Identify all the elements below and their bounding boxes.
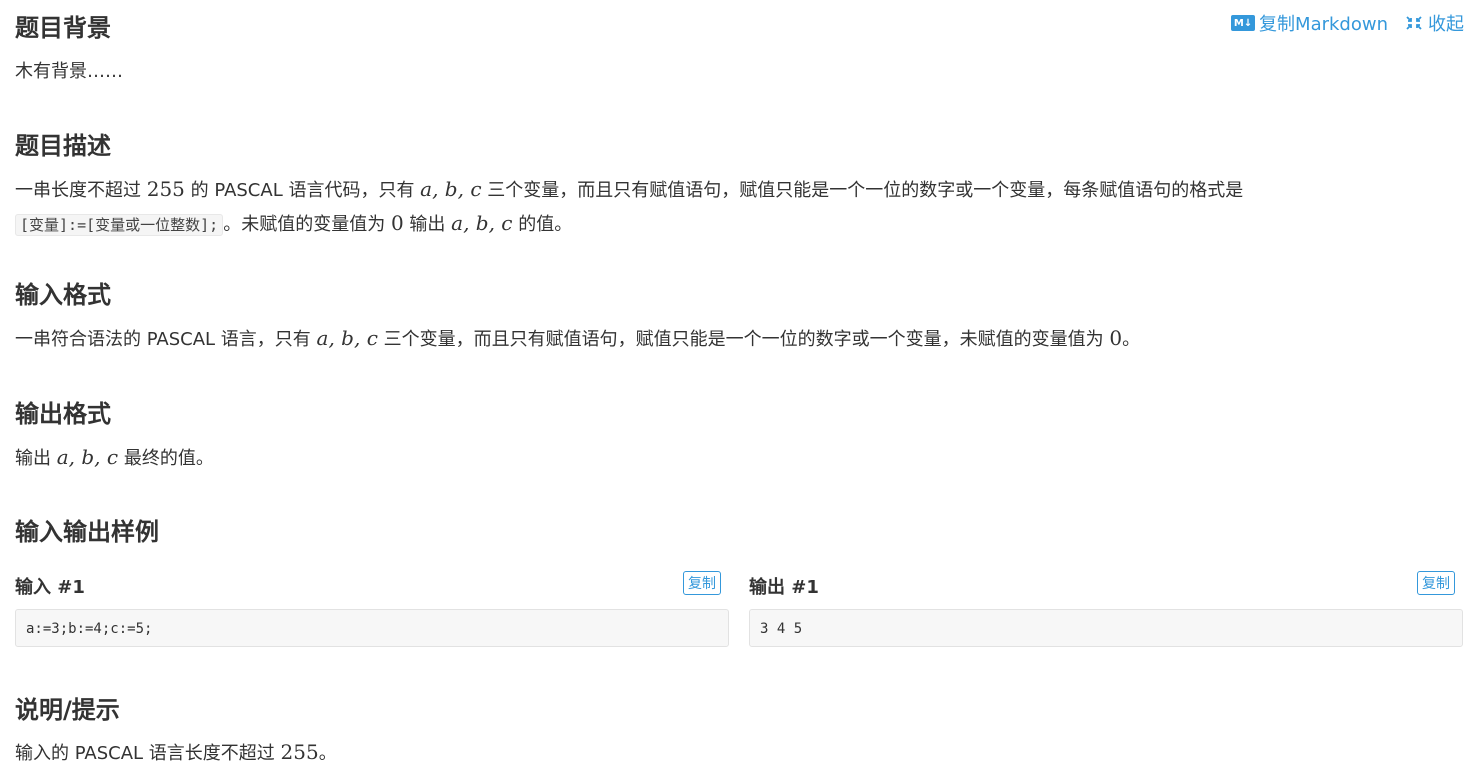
input-format-text-part: 。 xyxy=(1122,329,1141,350)
sample-input-label: 输入 #1 xyxy=(15,577,85,598)
description-text-part: 输出 xyxy=(403,214,452,235)
hint-title: 说明/提示 xyxy=(15,696,120,724)
description-text-part: 的 PASCAL 语言代码，只有 xyxy=(184,180,421,201)
sample-output-label: 输出 #1 xyxy=(749,577,819,598)
collapse-label: 收起 xyxy=(1428,14,1464,35)
output-format-text-part: 最终的值。 xyxy=(118,448,214,469)
hint-text-part: 输入的 PASCAL 语言长度不超过 xyxy=(15,743,281,764)
copy-markdown-button[interactable]: M↓ 复制Markdown xyxy=(1231,10,1388,36)
output-format-text: 输出 a, b, c 最终的值。 xyxy=(15,441,1455,475)
input-format-text-part: 三个变量，而且只有赋值语句，赋值只能是一个一位的数字或一个变量，未赋值的变量值为 xyxy=(377,329,1110,350)
math-number: 0 xyxy=(390,211,404,235)
description-text-part: 的值。 xyxy=(512,214,573,235)
description-text-part: 。未赋值的变量值为 xyxy=(223,214,391,235)
description-text-part: 一串长度不超过 xyxy=(15,180,147,201)
background-title: 题目背景 xyxy=(15,14,111,42)
math-number: 255 xyxy=(146,177,185,201)
math-variables: a, b, c xyxy=(451,211,513,235)
copy-markdown-label: 复制Markdown xyxy=(1259,14,1388,35)
copy-output-button[interactable]: 复制 xyxy=(1417,571,1455,595)
samples-title: 输入输出样例 xyxy=(15,518,159,546)
math-variables: a, b, c xyxy=(56,445,119,469)
math-variables: a, b, c xyxy=(420,177,482,201)
hint-text-part: 。 xyxy=(318,743,337,764)
output-format-text-part: 输出 xyxy=(15,448,57,469)
math-number: 0 xyxy=(1109,326,1123,350)
math-number: 255 xyxy=(280,740,319,764)
output-format-title: 输出格式 xyxy=(15,400,111,428)
description-text-part: 三个变量，而且只有赋值语句，赋值只能是一个一位的数字或一个变量，每条赋值语句的格… xyxy=(481,180,1244,201)
assignment-format-code: [变量]:=[变量或一位整数]; xyxy=(15,214,224,236)
input-format-text: 一串符合语法的 PASCAL 语言，只有 a, b, c 三个变量，而且只有赋值… xyxy=(15,322,1455,356)
description-title: 题目描述 xyxy=(15,132,111,160)
copy-input-button[interactable]: 复制 xyxy=(683,571,721,595)
collapse-button[interactable]: 收起 xyxy=(1404,10,1464,36)
sample-input-box[interactable]: a:=3;b:=4;c:=5; xyxy=(15,609,729,647)
input-format-text-part: 一串符合语法的 PASCAL 语言，只有 xyxy=(15,329,317,350)
description-text: 一串长度不超过 255 的 PASCAL 语言代码，只有 a, b, c 三个变… xyxy=(15,173,1455,241)
collapse-icon xyxy=(1406,16,1422,30)
hint-text: 输入的 PASCAL 语言长度不超过 255。 xyxy=(15,736,1455,770)
background-text: 木有背景…… xyxy=(15,61,123,82)
markdown-icon: M↓ xyxy=(1231,15,1256,31)
sample-output-box[interactable]: 3 4 5 xyxy=(749,609,1463,647)
math-variables: a, b, c xyxy=(316,326,378,350)
problem-toolbar: M↓ 复制Markdown 收起 xyxy=(1231,10,1464,36)
input-format-title: 输入格式 xyxy=(15,281,111,309)
